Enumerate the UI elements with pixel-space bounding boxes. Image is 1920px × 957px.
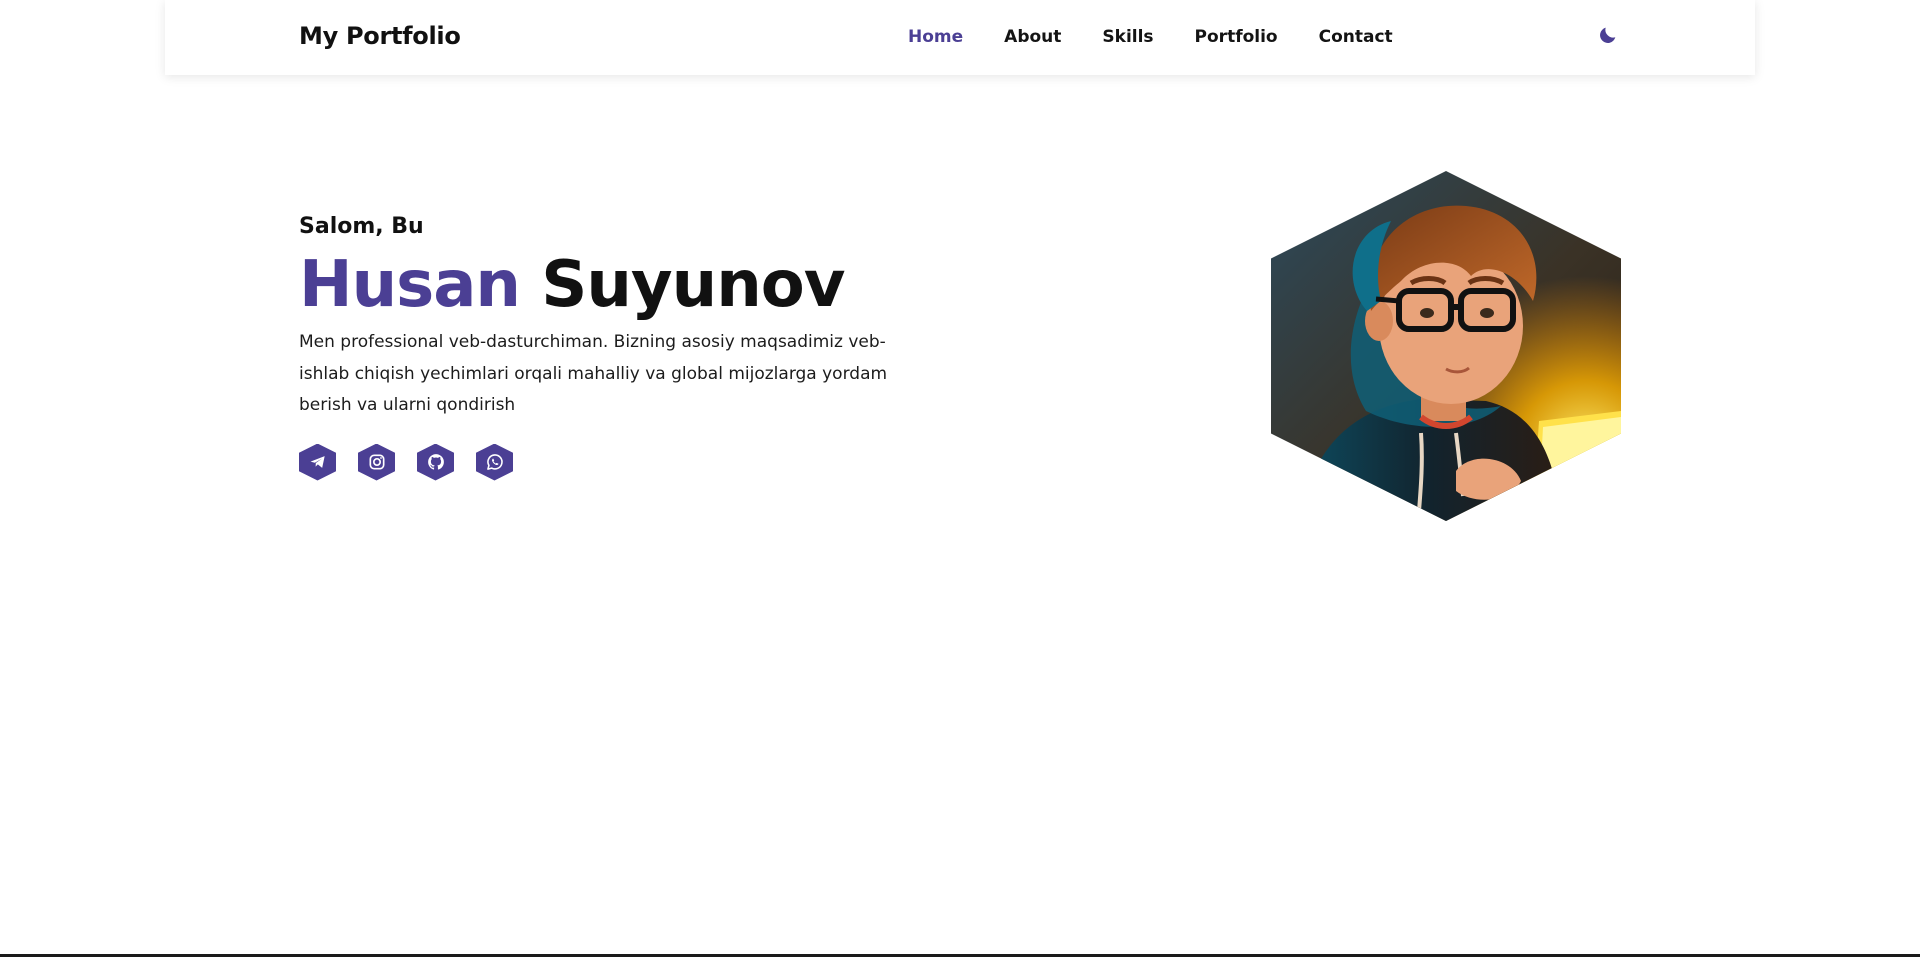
nav-link-about[interactable]: About	[1004, 27, 1061, 47]
telegram-icon[interactable]	[299, 443, 336, 481]
whatsapp-icon[interactable]	[476, 443, 513, 481]
hero-description: Men professional veb-dasturchiman. Bizni…	[299, 332, 888, 415]
moon-icon[interactable]	[1597, 24, 1619, 46]
nav-link-contact[interactable]: Contact	[1319, 27, 1393, 47]
greeting-text: Salom, Bu	[299, 214, 424, 239]
hero-section: Salom, Bu Husan Suyunov Men professional…	[299, 214, 939, 481]
avatar-illustration	[1271, 171, 1621, 521]
first-name: Husan	[299, 248, 521, 322]
nav-link-portfolio[interactable]: Portfolio	[1195, 27, 1278, 47]
social-links	[299, 443, 939, 481]
nav-link-home[interactable]: Home	[908, 27, 963, 47]
nav-link-skills[interactable]: Skills	[1102, 27, 1153, 47]
last-name: Suyunov	[541, 248, 845, 322]
instagram-icon[interactable]	[358, 443, 395, 481]
github-icon[interactable]	[417, 443, 454, 481]
profile-avatar	[1271, 171, 1621, 521]
site-logo[interactable]: My Portfolio	[299, 22, 461, 50]
hero-name: Husan Suyunov	[299, 245, 939, 325]
nav-links: Home About Skills Portfolio Contact	[908, 27, 1434, 47]
navbar: My Portfolio Home About Skills Portfolio…	[165, 0, 1755, 75]
